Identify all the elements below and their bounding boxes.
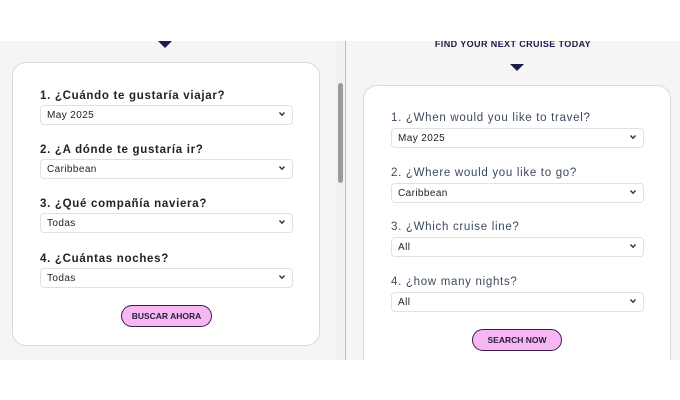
destination-value: Caribbean (398, 188, 448, 199)
search-form-card: 1. ¿When would you like to travel? May 2… (363, 85, 671, 360)
travel-date-select[interactable]: May 2025 (40, 105, 293, 125)
travel-date-select[interactable]: May 2025 (391, 128, 644, 148)
travel-date-value: May 2025 (398, 133, 446, 144)
scrollbar-thumb[interactable] (338, 83, 343, 183)
question-nights: 4. ¿Cuántas noches? (40, 253, 169, 265)
question-destination: 2. ¿A dónde te gustaría ir? (40, 144, 204, 156)
cruise-line-select[interactable]: All (391, 237, 644, 257)
cruise-line-select[interactable]: Todas (40, 213, 293, 233)
chevron-down-icon (278, 166, 286, 171)
question-travel-date: 1. ¿When would you like to travel? (391, 112, 591, 124)
chevron-down-icon (629, 244, 637, 249)
nights-value: Todas (47, 273, 76, 284)
question-destination: 2. ¿Where would you like to go? (391, 167, 577, 179)
search-button[interactable]: SEARCH NOW (472, 329, 562, 351)
chevron-down-icon (278, 220, 286, 225)
english-form-pane: FIND YOUR NEXT CRUISE TODAY 1. ¿When wou… (346, 41, 680, 360)
chevron-down-icon (629, 299, 637, 304)
destination-select[interactable]: Caribbean (40, 159, 293, 179)
search-button[interactable]: BUSCAR AHORA (121, 305, 212, 327)
nights-value: All (398, 297, 411, 308)
spanish-form-pane: 1. ¿Cuándo te gustaría viajar? May 2025 … (0, 41, 336, 360)
question-cruise-line: 3. ¿Qué compañía naviera? (40, 198, 208, 210)
question-cruise-line: 3. ¿Which cruise line? (391, 221, 520, 233)
destination-select[interactable]: Caribbean (391, 183, 644, 203)
down-arrow-icon (510, 64, 524, 71)
nights-select[interactable]: All (391, 292, 644, 312)
question-travel-date: 1. ¿Cuándo te gustaría viajar? (40, 90, 226, 102)
chevron-down-icon (629, 190, 637, 195)
chevron-down-icon (629, 135, 637, 140)
cruise-line-value: Todas (47, 218, 76, 229)
chevron-down-icon (278, 112, 286, 117)
question-nights: 4. ¿how many nights? (391, 276, 518, 288)
chevron-down-icon (278, 275, 286, 280)
down-arrow-icon (158, 41, 172, 48)
page-heading: FIND YOUR NEXT CRUISE TODAY (434, 41, 592, 49)
destination-value: Caribbean (47, 164, 97, 175)
travel-date-value: May 2025 (47, 110, 95, 121)
search-form-card: 1. ¿Cuándo te gustaría viajar? May 2025 … (12, 62, 320, 346)
nights-select[interactable]: Todas (40, 268, 293, 288)
cruise-line-value: All (398, 242, 411, 253)
